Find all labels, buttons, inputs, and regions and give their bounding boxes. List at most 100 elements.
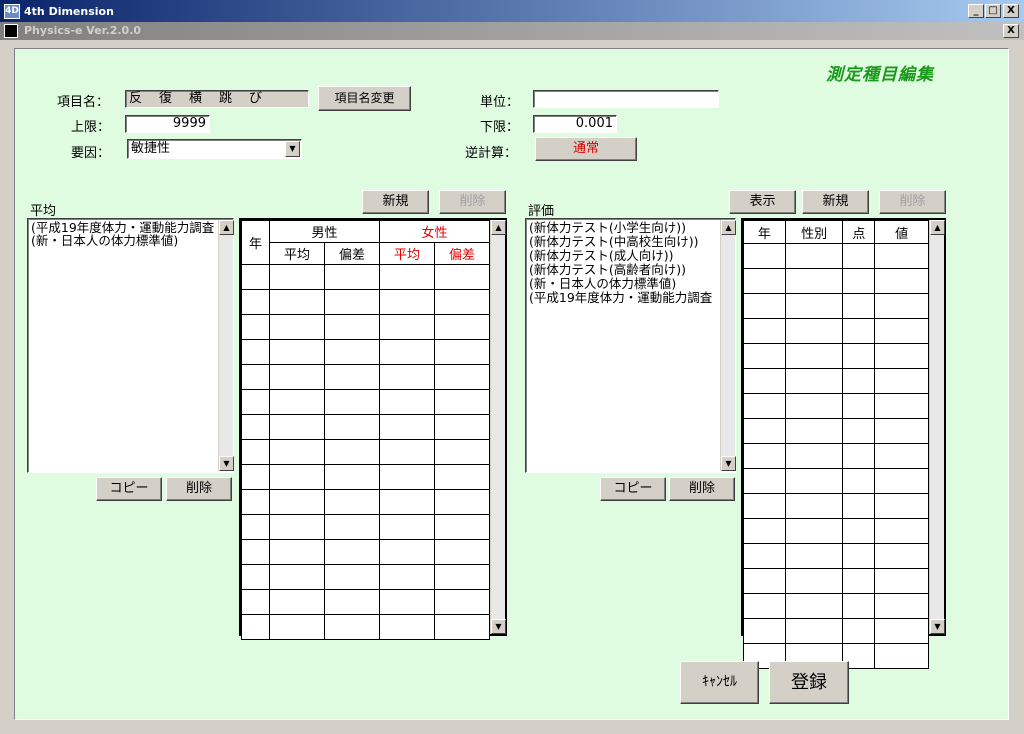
evaluation-copy-button[interactable]: コピー	[600, 477, 666, 501]
table-row[interactable]	[241, 339, 490, 365]
average-delete-button[interactable]: 削除	[439, 190, 506, 214]
col-year: 年	[743, 220, 786, 244]
list-item[interactable]: (平成19年度体力・運動能力調査	[528, 291, 720, 305]
table-row[interactable]	[743, 343, 929, 369]
upper-limit-label: 上限：	[71, 120, 111, 135]
app-icon: 4D	[4, 4, 20, 19]
form-heading: 測定種目編集	[826, 65, 934, 85]
average-copy-button[interactable]: コピー	[96, 477, 162, 501]
table-row[interactable]	[743, 243, 929, 269]
item-name-label: 項目名：	[57, 95, 110, 110]
list-scrollbar[interactable]: ▲ ▼	[218, 220, 234, 471]
table-row[interactable]	[241, 539, 490, 565]
col-female: 女性	[379, 220, 490, 243]
table-row[interactable]	[241, 489, 490, 515]
col-female-dev: 偏差	[434, 242, 490, 265]
table-row[interactable]	[743, 318, 929, 344]
average-table-body[interactable]	[241, 264, 490, 640]
table-row[interactable]	[743, 368, 929, 394]
scroll-down-icon[interactable]: ▼	[721, 456, 736, 471]
list-item[interactable]: (新体力テスト(小学生向け))	[528, 221, 686, 235]
average-list-delete-button[interactable]: 削除	[166, 477, 232, 501]
table-row[interactable]	[743, 443, 929, 469]
list-item[interactable]: (新体力テスト(高齢者向け))	[528, 263, 686, 277]
col-sex: 性別	[784, 220, 844, 244]
evaluation-delete-button[interactable]: 削除	[879, 190, 946, 214]
unit-label: 単位：	[480, 95, 520, 110]
evaluation-table-body[interactable]	[743, 243, 929, 669]
close-button[interactable]: X	[1003, 4, 1019, 18]
register-button[interactable]: 登録	[769, 661, 849, 704]
col-points: 点	[842, 220, 876, 244]
table-row[interactable]	[743, 293, 929, 319]
scroll-down-icon[interactable]: ▼	[491, 619, 506, 634]
minimize-button[interactable]: _	[968, 4, 984, 18]
col-male-dev: 偏差	[324, 242, 380, 265]
evaluation-list-delete-button[interactable]: 削除	[669, 477, 735, 501]
average-table: 年 男性 女性 平均 偏差 平均 偏差	[241, 220, 490, 640]
child-close-button[interactable]: X	[1003, 24, 1019, 38]
table-row[interactable]	[241, 289, 490, 315]
scroll-down-icon[interactable]: ▼	[219, 456, 234, 471]
table-row[interactable]	[743, 393, 929, 419]
table-row[interactable]	[241, 314, 490, 340]
maximize-button[interactable]: □	[985, 4, 1001, 18]
scroll-down-icon[interactable]: ▼	[930, 619, 945, 634]
factor-select[interactable]: 敏捷性	[127, 139, 302, 159]
table-row[interactable]	[743, 493, 929, 519]
list-scrollbar[interactable]: ▲ ▼	[720, 220, 736, 471]
lower-limit-input[interactable]: 0.001	[533, 115, 617, 133]
table-row[interactable]	[743, 468, 929, 494]
list-item[interactable]: (新体力テスト(中高校生向け))	[528, 235, 699, 249]
col-male: 男性	[269, 220, 380, 243]
table-row[interactable]	[241, 364, 490, 390]
table-row[interactable]	[743, 418, 929, 444]
item-name-field: 反 復 横 跳 び	[125, 90, 309, 108]
average-source-list[interactable]: (平成19年度体力・運動能力調査 (新・日本人の体力標準値) ▲ ▼	[27, 218, 234, 473]
evaluation-new-button[interactable]: 新規	[802, 190, 869, 214]
app-title: 4th Dimension	[24, 5, 114, 18]
average-new-button[interactable]: 新規	[362, 190, 429, 214]
table-row[interactable]	[241, 614, 490, 640]
table-row[interactable]	[241, 439, 490, 465]
unit-input[interactable]	[533, 90, 719, 108]
evaluation-table-scrollbar[interactable]: ▲ ▼	[929, 220, 945, 634]
list-item[interactable]: (新体力テスト(成人向け))	[528, 249, 674, 263]
table-row[interactable]	[241, 589, 490, 615]
upper-limit-input[interactable]: 9999	[125, 115, 210, 133]
child-title: Physics-e Ver.2.0.0	[24, 24, 142, 37]
table-row[interactable]	[241, 564, 490, 590]
scroll-up-icon[interactable]: ▲	[219, 220, 234, 235]
average-table-scrollbar[interactable]: ▲ ▼	[490, 220, 506, 634]
app-titlebar: 4D 4th Dimension _ □ X	[0, 0, 1024, 22]
col-male-avg: 平均	[269, 242, 325, 265]
table-row[interactable]	[241, 389, 490, 415]
table-row[interactable]	[743, 593, 929, 619]
table-row[interactable]	[743, 518, 929, 544]
scroll-up-icon[interactable]: ▲	[721, 220, 736, 235]
table-row[interactable]	[241, 264, 490, 290]
table-row[interactable]	[241, 464, 490, 490]
evaluation-source-list[interactable]: (新体力テスト(小学生向け)) (新体力テスト(中高校生向け)) (新体力テスト…	[525, 218, 736, 473]
factor-label: 要因：	[71, 146, 111, 161]
table-row[interactable]	[241, 414, 490, 440]
rename-item-button[interactable]: 項目名変更	[318, 86, 411, 111]
list-item[interactable]: (新・日本人の体力標準値)	[30, 234, 178, 248]
col-value: 値	[874, 220, 929, 244]
reverse-calc-label: 逆計算：	[465, 146, 518, 161]
scroll-up-icon[interactable]: ▲	[930, 220, 945, 235]
table-row[interactable]	[241, 514, 490, 540]
scroll-up-icon[interactable]: ▲	[491, 220, 506, 235]
table-row[interactable]	[743, 268, 929, 294]
lower-limit-label: 下限：	[480, 120, 520, 135]
child-titlebar: Physics-e Ver.2.0.0 X	[0, 22, 1024, 40]
reverse-calc-button[interactable]: 通常	[535, 137, 637, 161]
evaluation-show-button[interactable]: 表示	[729, 190, 796, 214]
chevron-down-icon[interactable]: ▼	[285, 141, 300, 157]
window-icon	[4, 24, 18, 38]
table-row[interactable]	[743, 543, 929, 569]
table-row[interactable]	[743, 618, 929, 644]
table-row[interactable]	[743, 568, 929, 594]
cancel-button[interactable]: ｷｬﾝｾﾙ	[680, 661, 759, 704]
list-item[interactable]: (新・日本人の体力標準値)	[528, 277, 676, 291]
